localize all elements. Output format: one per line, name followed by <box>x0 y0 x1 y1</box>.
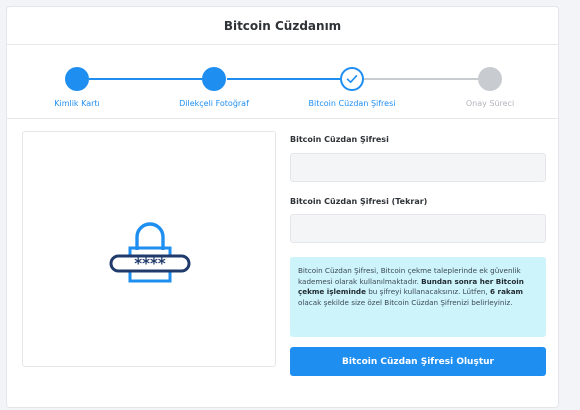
password-repeat-label: Bitcoin Cüzdan Şifresi (Tekrar) <box>290 197 428 206</box>
step-3-label: Bitcoin Cüzdan Şifresi <box>308 99 396 108</box>
info-text: bu şifreyi kullanacaksınız. Lütfen, <box>365 287 491 297</box>
password-mask-text: **** <box>134 255 166 273</box>
step-3-indicator <box>340 67 364 91</box>
info-bold-text: 6 rakam <box>490 287 524 297</box>
page-title: Bitcoin Cüzdanım <box>223 18 342 33</box>
illustration-panel: **** <box>22 131 276 367</box>
create-password-button[interactable]: Bitcoin Cüzdan Şifresi Oluştur <box>290 347 546 376</box>
step-1-label: Kimlik Kartı <box>54 99 100 108</box>
step-connector <box>89 78 215 80</box>
info-text: olacak şekilde size özel Bitcoin Cüzdan … <box>298 297 513 307</box>
step-1-indicator <box>65 67 89 91</box>
step-connector <box>364 78 492 80</box>
wallet-card: Bitcoin Cüzdanım Kimlik Kartı Dilekçeli … <box>6 6 559 408</box>
password-repeat-field[interactable] <box>290 214 546 243</box>
card-header: Bitcoin Cüzdanım <box>7 7 558 45</box>
password-label: Bitcoin Cüzdan Şifresi <box>290 135 389 144</box>
lock-password-icon: **** <box>109 222 191 283</box>
step-2-label: Dilekçeli Fotoğraf <box>179 99 249 108</box>
check-icon <box>346 75 358 83</box>
progress-stepper: Kimlik Kartı Dilekçeli Fotoğraf Bitcoin … <box>7 45 558 119</box>
step-4-indicator <box>478 67 502 91</box>
step-2-indicator <box>202 67 226 91</box>
step-4-label: Onay Süreci <box>465 99 515 108</box>
info-alert: Bitcoin Cüzdan Şifresi, Bitcoin çekme ta… <box>290 257 546 337</box>
password-field[interactable] <box>290 153 546 182</box>
step-connector <box>227 78 351 80</box>
